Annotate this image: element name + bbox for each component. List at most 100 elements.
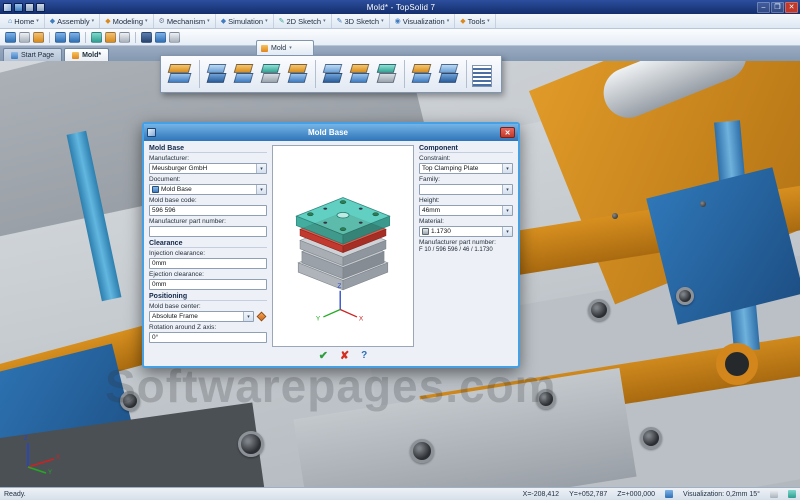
- quick-access-toolbar: [0, 2, 45, 12]
- chevron-down-icon: ▾: [265, 18, 268, 24]
- coordinate-system-icon[interactable]: [665, 490, 673, 498]
- cooling-tool-icon[interactable]: [375, 60, 399, 88]
- rotation-z-label: Rotation around Z axis:: [149, 324, 217, 331]
- toolbar-separator: [85, 31, 86, 43]
- undo-icon[interactable]: [55, 31, 66, 43]
- svg-text:Y: Y: [316, 316, 321, 323]
- ejection-clearance-field[interactable]: 0mm: [149, 279, 267, 290]
- svg-text:Y: Y: [48, 470, 52, 475]
- chevron-down-icon[interactable]: ▾: [243, 312, 253, 321]
- topsolid-window: Mold* - TopSolid 7 – ❒ ✕ ⌂ Home ▾ ◆ Assembl…: [0, 0, 800, 500]
- height-select[interactable]: 46mm ▾: [419, 205, 513, 216]
- preview-axis-triad: Z X Y: [316, 283, 364, 323]
- component-tool-icon[interactable]: [437, 60, 461, 88]
- open-icon[interactable]: [19, 31, 30, 43]
- family-select[interactable]: ▾: [419, 184, 513, 195]
- status-ready: Ready.: [4, 490, 26, 498]
- rotation-z-field[interactable]: 0°: [149, 332, 267, 343]
- menu-tab-home[interactable]: ⌂ Home ▾: [3, 14, 45, 28]
- dialog-close-button[interactable]: ✕: [500, 127, 515, 138]
- chevron-down-icon: ▾: [207, 18, 210, 24]
- sprue-tool-icon[interactable]: [410, 60, 434, 88]
- menu-tab-simulation[interactable]: ◆ Simulation ▾: [216, 14, 274, 28]
- cancel-button[interactable]: ✘: [340, 349, 349, 362]
- toolbar-separator: [404, 60, 405, 88]
- frame-picker-button[interactable]: [256, 311, 267, 322]
- chevron-down-icon: ▾: [36, 18, 39, 24]
- material-select[interactable]: 1.1730 ▾: [419, 226, 513, 237]
- save-all-icon[interactable]: [33, 31, 44, 43]
- maximize-button[interactable]: ❒: [771, 1, 784, 13]
- redo-icon[interactable]: [69, 31, 80, 43]
- section-clearance: Clearance: [149, 240, 267, 248]
- dialog-buttons: ✔ ✘ ?: [272, 347, 414, 364]
- toolbar-separator: [135, 31, 136, 43]
- chevron-down-icon[interactable]: ▾: [256, 164, 266, 173]
- menu-tab-tools[interactable]: ◆ Tools ▾: [455, 14, 496, 28]
- guide-pin-tool-icon[interactable]: [348, 60, 372, 88]
- window-title: Mold* - TopSolid 7: [366, 2, 436, 12]
- mold-toolbar-label: Mold: [271, 44, 287, 52]
- chevron-down-icon: ▾: [289, 45, 292, 51]
- menu-tab-assembly[interactable]: ◆ Assembly ▾: [45, 14, 101, 28]
- chevron-down-icon[interactable]: ▾: [502, 185, 512, 194]
- measure-icon[interactable]: [91, 31, 102, 43]
- injection-clearance-label: Injection clearance:: [149, 250, 206, 257]
- chevron-down-icon[interactable]: ▾: [502, 206, 512, 215]
- menu-label: 2D Sketch: [286, 16, 322, 26]
- undo-icon[interactable]: [25, 2, 34, 12]
- mold-base-code-field[interactable]: 596 596: [149, 205, 267, 216]
- app-icon[interactable]: [3, 2, 12, 12]
- menu-tab-2d-sketch[interactable]: ✎ 2D Sketch ▾: [274, 14, 332, 28]
- chevron-down-icon[interactable]: ▾: [502, 164, 512, 173]
- insert-tool-icon[interactable]: [259, 60, 283, 88]
- minimize-button[interactable]: –: [757, 1, 770, 13]
- menu-tab-modeling[interactable]: ◆ Modeling ▾: [100, 14, 154, 28]
- mold-base-preview[interactable]: Z X Y: [272, 145, 414, 347]
- render-mode-icon[interactable]: [119, 31, 130, 43]
- menu-tab-mechanism[interactable]: ⚙ Mechanism ▾: [154, 14, 216, 28]
- mold-toolbar-tab[interactable]: Mold ▾: [256, 40, 314, 55]
- dialog-titlebar[interactable]: Mold Base ✕: [144, 124, 518, 141]
- mold-base-center-row: Absolute Frame ▾: [149, 311, 267, 322]
- help-button[interactable]: ?: [361, 350, 367, 361]
- mold-base-center-value: Absolute Frame: [152, 313, 198, 320]
- constraint-label: Constraint:: [419, 155, 451, 162]
- manufacturer-select[interactable]: Meusburger GmbH ▾: [149, 163, 267, 174]
- tab-mold[interactable]: Mold*: [64, 48, 110, 61]
- zoom-fit-icon[interactable]: [141, 31, 152, 43]
- visualization-icon: ◉: [394, 17, 401, 25]
- display-mode-icon[interactable]: [788, 490, 796, 498]
- core-tool-icon[interactable]: [205, 60, 229, 88]
- svg-text:Z: Z: [24, 436, 28, 442]
- mold-base-center-label: Mold base center:: [149, 303, 201, 310]
- constraint-select[interactable]: Top Clamping Plate ▾: [419, 163, 513, 174]
- mold-base-center-select[interactable]: Absolute Frame ▾: [149, 311, 254, 322]
- ejector-tool-icon[interactable]: [321, 60, 345, 88]
- menu-tab-visualization[interactable]: ◉ Visualization ▾: [390, 14, 456, 28]
- close-button[interactable]: ✕: [785, 1, 798, 13]
- menu-label: Modeling: [112, 16, 144, 26]
- grid-icon[interactable]: [770, 490, 778, 498]
- manufacturer-part-number-label: Manufacturer part number:: [149, 218, 226, 225]
- chevron-down-icon[interactable]: ▾: [502, 227, 512, 236]
- ok-button[interactable]: ✔: [319, 349, 328, 362]
- chevron-down-icon[interactable]: ▾: [256, 185, 266, 194]
- section-icon[interactable]: [105, 31, 116, 43]
- bill-of-material-tool-icon[interactable]: [472, 64, 492, 87]
- menu-label: Visualization: [402, 16, 445, 26]
- dialog-right-column: Component Constraint: Top Clamping Plate…: [419, 145, 513, 364]
- svg-text:X: X: [359, 316, 364, 323]
- tab-start-page[interactable]: Start Page: [3, 48, 63, 61]
- injection-clearance-field[interactable]: 0mm: [149, 258, 267, 269]
- redo-icon[interactable]: [36, 2, 45, 12]
- plate-tool-icon[interactable]: [286, 60, 310, 88]
- new-document-icon[interactable]: [5, 31, 16, 43]
- mold-base-tool-icon[interactable]: [166, 60, 194, 88]
- menu-tab-3d-sketch[interactable]: ✎ 3D Sketch ▾: [332, 14, 390, 28]
- manufacturer-part-number-field[interactable]: [149, 226, 267, 237]
- height-label: Height:: [419, 197, 440, 204]
- save-icon[interactable]: [14, 2, 23, 12]
- cavity-tool-icon[interactable]: [232, 60, 256, 88]
- document-select[interactable]: Mold Base ▾: [149, 184, 267, 195]
